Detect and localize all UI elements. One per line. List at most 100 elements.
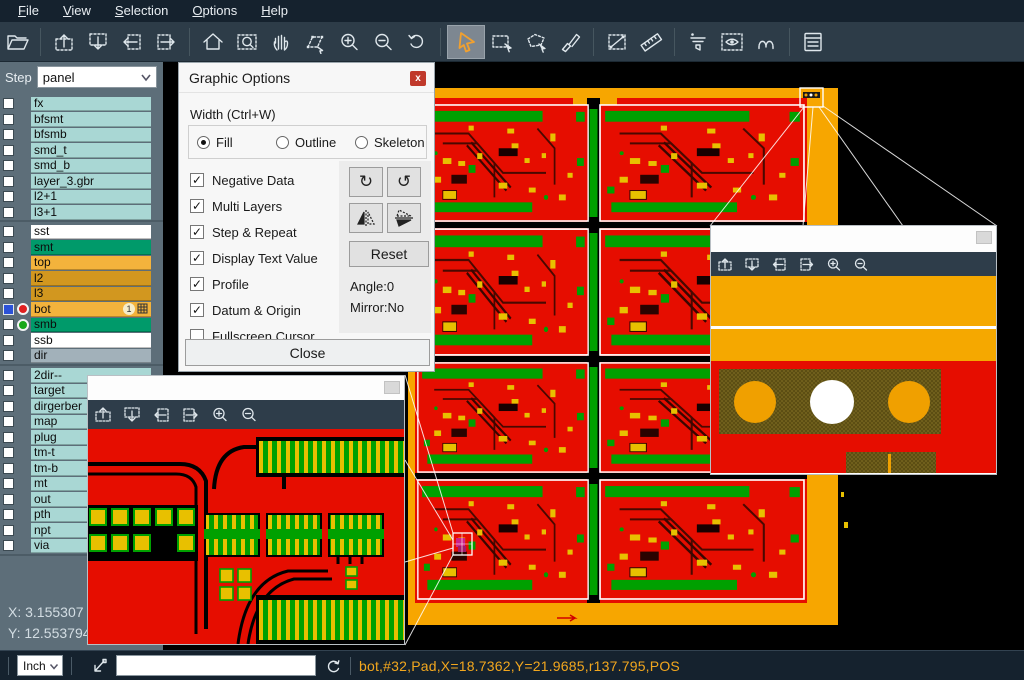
select-cursor-button[interactable] <box>447 25 485 59</box>
rect-select-button[interactable] <box>485 26 519 58</box>
layer-visibility-checkbox[interactable] <box>3 525 14 536</box>
layer-visibility-checkbox[interactable] <box>3 447 14 458</box>
zoom-in-icon[interactable] <box>210 405 230 424</box>
checkbox-display-text-value[interactable]: ✓Display Text Value <box>190 245 318 271</box>
checkbox-box[interactable]: ✓ <box>190 173 204 187</box>
magnifier-right-view[interactable] <box>711 276 996 473</box>
layer-row-smb[interactable]: smb <box>0 317 163 333</box>
popup-menu-button[interactable] <box>384 381 400 394</box>
radio-dot[interactable] <box>355 136 368 149</box>
step-select[interactable]: panel <box>37 66 157 88</box>
layer-row-sst[interactable]: sst <box>0 224 163 240</box>
magnifier-left-view[interactable] <box>88 429 404 644</box>
zoom-in-button[interactable] <box>332 26 366 58</box>
pan-up-icon[interactable] <box>717 256 735 273</box>
checkbox-box[interactable]: ✓ <box>190 277 204 291</box>
menu-item-file[interactable]: File <box>6 1 51 21</box>
checkbox-datum-origin[interactable]: ✓Datum & Origin <box>190 297 318 323</box>
checkbox-box[interactable]: ✓ <box>190 225 204 239</box>
layer-visibility-checkbox[interactable] <box>3 176 14 187</box>
layer-row-fx[interactable]: fx <box>0 96 163 112</box>
layer-visibility-checkbox[interactable] <box>3 242 14 253</box>
zoom-window-button[interactable] <box>230 26 264 58</box>
radio-fill[interactable]: Fill <box>189 135 268 150</box>
pan-up-icon[interactable] <box>94 405 114 424</box>
layer-visibility-checkbox[interactable] <box>3 273 14 284</box>
layer-row-smt[interactable]: smt <box>0 240 163 256</box>
pan-down-button[interactable] <box>81 26 115 58</box>
zoom-out-icon[interactable] <box>852 256 870 273</box>
layer-visibility-checkbox[interactable] <box>3 98 14 109</box>
layer-visibility-checkbox[interactable] <box>3 145 14 156</box>
layer-visibility-checkbox[interactable] <box>3 370 14 381</box>
layer-row-bfsmt[interactable]: bfsmt <box>0 112 163 128</box>
radio-outline[interactable]: Outline <box>268 135 347 150</box>
zoom-out-icon[interactable] <box>239 405 259 424</box>
layer-visibility-checkbox[interactable] <box>3 129 14 140</box>
layer-row-bfsmb[interactable]: bfsmb <box>0 127 163 143</box>
checkbox-box[interactable]: ✓ <box>190 251 204 265</box>
menu-item-selection[interactable]: Selection <box>103 1 180 21</box>
checkbox-box[interactable]: ✓ <box>190 199 204 213</box>
layer-visibility-checkbox[interactable] <box>3 335 14 346</box>
layer-visibility-checkbox[interactable] <box>3 478 14 489</box>
vertex-snap-button[interactable] <box>298 26 332 58</box>
checkbox-box[interactable]: ✓ <box>190 303 204 317</box>
layer-visibility-checkbox[interactable] <box>3 540 14 551</box>
layer-visibility-checkbox[interactable] <box>3 509 14 520</box>
dialog-close-button[interactable]: x <box>410 71 426 86</box>
menu-item-help[interactable]: Help <box>249 1 300 21</box>
layer-row-l3[interactable]: l3 <box>0 286 163 302</box>
radio-dot[interactable] <box>276 136 289 149</box>
checkbox-multi-layers[interactable]: ✓Multi Layers <box>190 193 318 219</box>
layer-row-smd_b[interactable]: smd_b <box>0 158 163 174</box>
popup-menu-button[interactable] <box>976 231 992 244</box>
ruler-button[interactable] <box>634 26 668 58</box>
layer-visibility-checkbox[interactable] <box>3 385 14 396</box>
mirror-vertical-button[interactable] <box>387 203 421 233</box>
layer-row-bot[interactable]: bot1 <box>0 302 163 318</box>
layer-visibility-checkbox[interactable] <box>3 319 14 330</box>
command-input[interactable] <box>116 655 316 676</box>
layer-row-smd_t[interactable]: smd_t <box>0 143 163 159</box>
layer-visibility-checkbox[interactable] <box>3 304 14 315</box>
zoom-in-icon[interactable] <box>825 256 843 273</box>
layer-visibility-checkbox[interactable] <box>3 350 14 361</box>
rotate-ccw-button[interactable]: ↺ <box>387 167 421 197</box>
pan-right-icon[interactable] <box>181 405 201 424</box>
snap-corner-button[interactable] <box>88 656 108 676</box>
layer-row-layer_3.gbr[interactable]: layer_3.gbr <box>0 174 163 190</box>
layer-visibility-checkbox[interactable] <box>3 114 14 125</box>
menu-item-view[interactable]: View <box>51 1 103 21</box>
layer-visibility-checkbox[interactable] <box>3 463 14 474</box>
menu-item-options[interactable]: Options <box>180 1 249 21</box>
open-file-button[interactable] <box>0 26 34 58</box>
layer-visibility-checkbox[interactable] <box>3 416 14 427</box>
reset-button[interactable]: Reset <box>349 241 429 267</box>
show-mask-button[interactable] <box>715 26 749 58</box>
layer-visibility-checkbox[interactable] <box>3 207 14 218</box>
layer-row-l2[interactable]: l2 <box>0 271 163 287</box>
zoom-previous-button[interactable] <box>400 26 434 58</box>
checkbox-negative-data[interactable]: ✓Negative Data <box>190 167 318 193</box>
radio-dot[interactable] <box>197 136 210 149</box>
checkbox-step-repeat[interactable]: ✓Step & Repeat <box>190 219 318 245</box>
poly-select-button[interactable] <box>519 26 553 58</box>
layer-visibility-checkbox[interactable] <box>3 432 14 443</box>
layer-visibility-checkbox[interactable] <box>3 226 14 237</box>
layer-visibility-checkbox[interactable] <box>3 257 14 268</box>
zoom-out-button[interactable] <box>366 26 400 58</box>
pan-left-button[interactable] <box>115 26 149 58</box>
pan-down-icon[interactable] <box>123 405 143 424</box>
layer-row-ssb[interactable]: ssb <box>0 333 163 349</box>
layer-row-l3+1[interactable]: l3+1 <box>0 205 163 221</box>
layer-visibility-checkbox[interactable] <box>3 401 14 412</box>
measure-diagonal-button[interactable] <box>600 26 634 58</box>
pan-down-icon[interactable] <box>744 256 762 273</box>
magnifier-left-titlebar[interactable] <box>88 376 404 400</box>
pan-right-icon[interactable] <box>798 256 816 273</box>
layer-visibility-checkbox[interactable] <box>3 288 14 299</box>
layer-row-top[interactable]: top <box>0 255 163 271</box>
layer-row-dir[interactable]: dir <box>0 348 163 364</box>
close-button[interactable]: Close <box>185 339 430 366</box>
